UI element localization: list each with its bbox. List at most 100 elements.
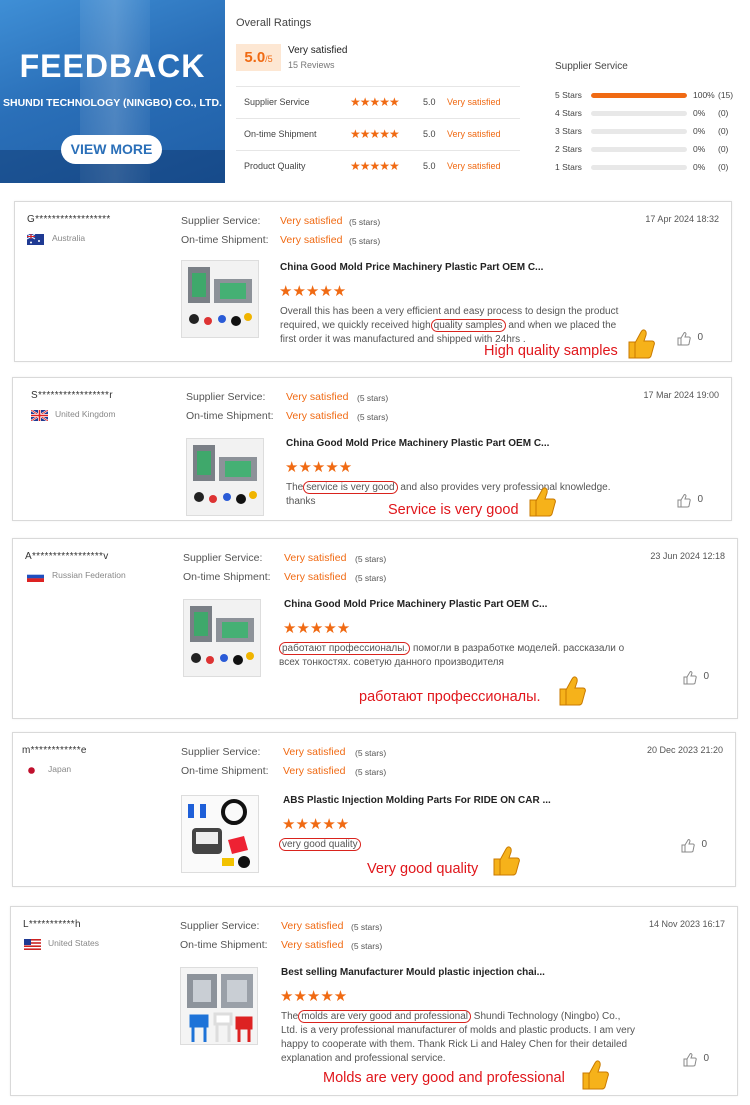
distribution-count: (0) [718,144,729,154]
thumbs-up-icon [628,329,655,359]
review-card: L***********h United States Supplier Ser… [10,906,738,1096]
like-icon[interactable] [677,332,691,346]
overall-score: 5.0/5 [236,44,281,71]
flag-icon [31,410,48,421]
mold-product-image [184,600,260,676]
supplier-service-value: Very satisfied [286,391,349,403]
review-date: 23 Jun 2024 12:18 [650,551,725,561]
like-icon[interactable] [683,1053,697,1067]
review-date: 17 Mar 2024 19:00 [643,390,719,400]
like-count: 0 [701,839,707,850]
comment-text: The [286,482,304,493]
ontime-shipment-value: Very satisfied [284,571,347,583]
reviewer-country: United Kingdom [55,409,116,419]
product-thumbnail[interactable] [183,599,261,677]
distribution-count: (0) [718,162,729,172]
reviewer-name: S*****************r [31,390,113,401]
product-title[interactable]: China Good Mold Price Machinery Plastic … [286,438,549,449]
supplier-service-stars: (5 stars) [357,393,389,403]
ontime-shipment-key: On-time Shipment: [180,939,268,951]
distribution-percent: 0% [693,108,706,118]
ontime-shipment-key: On-time Shipment: [186,410,274,422]
supplier-service-value: Very satisfied [281,920,344,932]
review-card: m************e Japan Supplier Service: O… [12,732,736,887]
distribution-percent: 0% [693,162,706,172]
distribution-bar [591,147,687,152]
banner-title: FEEDBACK [19,48,206,84]
reviewer-name: G****************** [27,214,111,225]
distribution-row: 2 Stars 0% (0) [555,142,745,160]
like-count: 0 [697,494,703,505]
distribution-row: 3 Stars 0% (0) [555,124,745,142]
flag-icon [27,234,44,245]
review-date: 17 Apr 2024 18:32 [645,214,719,224]
product-title[interactable]: China Good Mold Price Machinery Plastic … [284,599,547,610]
rating-row-label: On-time Shipment [244,129,317,139]
review-star-rating: ★★★★★ [279,283,347,300]
distribution-label: 3 Stars [555,126,582,136]
distribution-count: (0) [718,126,729,136]
distribution-bar [591,93,687,98]
supplier-service-stars: (5 stars) [355,748,387,758]
feedback-banner: FEEDBACK SHUNDI TECHNOLOGY (NINGBO) CO.,… [0,0,225,183]
rating-row-value: 5.0 [423,161,436,171]
comment-text: The [281,1011,299,1022]
supplier-service-key: Supplier Service: [181,746,261,758]
like-icon[interactable] [681,839,695,853]
rating-row-text: Very satisfied [447,161,501,171]
overall-label: Very satisfied [288,45,348,56]
thumbs-up-icon [559,676,586,706]
ontime-shipment-stars: (5 stars) [355,767,387,777]
rating-row-text: Very satisfied [447,129,501,139]
ontime-shipment-key: On-time Shipment: [183,571,271,583]
ontime-shipment-value: Very satisfied [280,234,343,246]
star-rating-icon: ★★★★★ [350,127,400,141]
star-rating-icon: ★★★★★ [350,159,400,173]
comment-highlight: very good quality [279,838,361,851]
chair-mould-image [181,968,257,1044]
product-title[interactable]: Best selling Manufacturer Mould plastic … [281,967,545,978]
ontime-shipment-key: On-time Shipment: [181,765,269,777]
rating-row-text: Very satisfied [447,97,501,107]
supplier-service-key: Supplier Service: [180,920,260,932]
reviewer-name: m************e [22,745,87,756]
reviewer-country: Australia [52,233,86,243]
ontime-shipment-stars: (5 stars) [355,573,387,583]
thumbs-up-icon [582,1060,609,1090]
star-rating-icon: ★★★★★ [350,95,400,109]
rating-breakdown: Supplier Service ★★★★★ 5.0 Very satisfie… [236,86,520,182]
ontime-shipment-value: Very satisfied [283,765,346,777]
like-icon[interactable] [683,671,697,685]
review-date: 20 Dec 2023 21:20 [646,745,723,755]
like-count: 0 [703,1053,709,1064]
product-title[interactable]: ABS Plastic Injection Molding Parts For … [283,795,551,806]
distribution-bar [591,111,687,116]
distribution-bar [591,129,687,134]
supplier-service-stars: (5 stars) [355,554,387,564]
comment-highlight: molds are very good and professional [298,1010,471,1023]
supplier-service-value: Very satisfied [280,215,343,227]
callout-text: Molds are very good and professional [323,1070,565,1086]
product-thumbnail[interactable] [180,967,258,1045]
view-more-button[interactable]: VIEW MORE [61,135,162,164]
distribution-label: 1 Stars [555,162,582,172]
thumbs-up-icon [493,846,520,876]
distribution-fill [591,93,687,98]
like-icon[interactable] [677,494,691,508]
callout-text: Service is very good [388,502,519,518]
overall-score-suffix: /5 [265,54,273,64]
supplier-service-value: Very satisfied [283,746,346,758]
rating-row: Product Quality ★★★★★ 5.0 Very satisfied [236,150,520,182]
distribution-bar [591,165,687,170]
supplier-service-value: Very satisfied [284,552,347,564]
product-thumbnail[interactable] [181,795,259,873]
product-thumbnail[interactable] [181,260,259,338]
distribution-label: 4 Stars [555,108,582,118]
like-count: 0 [703,671,709,682]
distribution-percent: 0% [693,126,706,136]
product-title[interactable]: China Good Mold Price Machinery Plastic … [280,262,543,273]
product-thumbnail[interactable] [186,438,264,516]
supplier-service-key: Supplier Service: [181,215,261,227]
review-comment: very good quality [279,838,634,852]
reviewer-country: United States [48,938,100,948]
